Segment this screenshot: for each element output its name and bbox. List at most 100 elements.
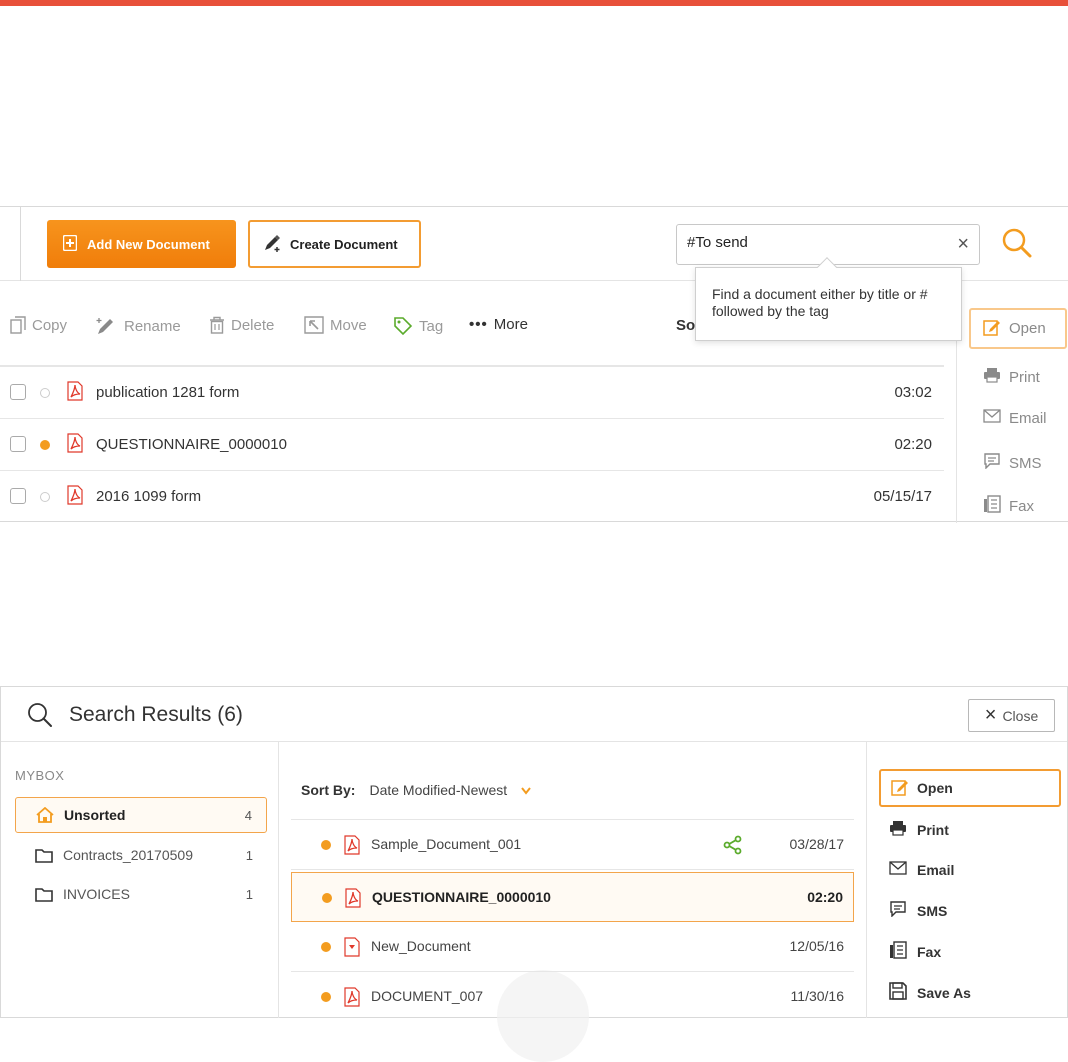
print-button[interactable]: Print	[983, 367, 1040, 387]
create-document-label: Create Document	[290, 236, 398, 252]
floppy-disk-icon	[889, 982, 907, 1003]
result-name: QUESTIONNAIRE_0000010	[372, 889, 551, 905]
save-as-button[interactable]: Save As	[889, 982, 971, 1003]
home-icon	[36, 807, 54, 823]
row-checkbox[interactable]	[10, 436, 26, 452]
status-dot-empty	[40, 388, 50, 398]
folder-name: Contracts_20170509	[63, 847, 193, 863]
sort-by-label-truncated: So	[676, 317, 696, 334]
rename-button[interactable]: Rename	[96, 316, 181, 336]
result-actions-sidebar: Open Print Email SMS Fax Save As	[866, 742, 1067, 1018]
sort-by-label: Sort By:	[301, 782, 356, 798]
folder-icon	[35, 887, 53, 902]
document-date: 05/15/17	[873, 488, 932, 505]
open-button[interactable]: Open	[969, 308, 1067, 349]
move-button[interactable]: Move	[304, 316, 367, 334]
folder-count: 4	[244, 807, 252, 823]
document-date: 02:20	[894, 436, 932, 453]
result-name: Sample_Document_001	[371, 836, 522, 852]
rename-icon	[96, 316, 118, 336]
close-button[interactable]: × Close	[968, 699, 1055, 732]
result-date: 11/30/16	[790, 988, 844, 1004]
fax-icon	[983, 495, 1001, 517]
share-icon[interactable]	[723, 835, 743, 860]
sort-by-control[interactable]: Sort By: Date Modified-Newest	[301, 782, 531, 798]
result-name: DOCUMENT_007	[371, 988, 484, 1004]
add-new-document-label: Add New Document	[87, 236, 210, 252]
document-actions-sidebar: Open Print Email SMS Fax	[956, 281, 1068, 523]
chat-bubble-icon	[983, 453, 1001, 473]
email-button[interactable]: Email	[889, 861, 954, 878]
folder-item-invoices[interactable]: INVOICES 1	[15, 876, 267, 912]
search-results-list: Sort By: Date Modified-Newest Sample_Doc…	[279, 742, 866, 1062]
sms-button[interactable]: SMS	[889, 901, 947, 920]
pdf-icon	[66, 433, 84, 458]
email-button[interactable]: Email	[983, 409, 1047, 427]
tooltip-text: Find a document either by title or # fol…	[712, 286, 928, 319]
result-row[interactable]: New_Document 12/05/16	[291, 922, 854, 972]
open-label: Open	[1009, 320, 1046, 337]
result-row[interactable]: Sample_Document_001 03/28/17	[291, 820, 854, 870]
folder-sidebar: MYBOX Unsorted 4 Contracts_20170509 1 IN…	[1, 742, 279, 1018]
result-row[interactable]: DOCUMENT_007 11/30/16	[291, 972, 854, 1022]
envelope-icon	[983, 409, 1001, 427]
envelope-icon	[889, 861, 907, 878]
document-name: publication 1281 form	[96, 384, 240, 401]
search-results-header: Search Results (6) × Close	[1, 687, 1067, 742]
move-icon	[304, 316, 324, 334]
document-name: QUESTIONNAIRE_0000010	[96, 436, 287, 453]
document-date: 03:02	[894, 384, 932, 401]
document-row[interactable]: 2016 1099 form 05/15/17	[0, 471, 944, 523]
row-checkbox[interactable]	[10, 488, 26, 504]
email-label: Email	[917, 861, 955, 878]
status-dot-empty	[40, 492, 50, 502]
more-button[interactable]: ••• More	[469, 316, 528, 333]
copy-icon	[10, 316, 26, 334]
chat-bubble-icon	[889, 901, 907, 920]
folder-icon	[35, 848, 53, 863]
ellipsis-icon: •••	[469, 316, 488, 333]
delete-label: Delete	[231, 316, 275, 334]
copy-button[interactable]: Copy	[10, 316, 67, 334]
document-manager-panel: Add New Document Create Document × Find …	[0, 206, 1068, 523]
mybox-heading: MYBOX	[15, 768, 65, 783]
create-document-button[interactable]: Create Document	[248, 220, 421, 268]
pdf-icon	[344, 888, 362, 913]
search-input[interactable]	[687, 234, 937, 251]
open-button[interactable]: Open	[879, 769, 1061, 807]
open-icon	[891, 778, 909, 799]
status-dot-orange	[321, 840, 331, 850]
folder-item-contracts[interactable]: Contracts_20170509 1	[15, 837, 267, 873]
fax-label: Fax	[1009, 497, 1035, 515]
printer-icon	[983, 367, 1001, 387]
more-label: More	[493, 316, 528, 333]
trash-icon	[209, 316, 225, 334]
document-icon	[343, 937, 361, 962]
fax-button[interactable]: Fax	[889, 941, 941, 962]
search-icon[interactable]	[1001, 227, 1033, 264]
folder-count: 1	[245, 847, 253, 863]
close-icon: ×	[984, 704, 997, 726]
pen-icon	[262, 233, 282, 256]
status-dot-orange	[40, 440, 50, 450]
add-new-document-button[interactable]: Add New Document	[47, 220, 236, 268]
clear-search-icon[interactable]: ×	[957, 233, 969, 256]
move-label: Move	[330, 316, 367, 334]
tag-label: Tag	[419, 317, 444, 335]
tag-icon	[393, 316, 413, 336]
result-name: New_Document	[371, 938, 471, 954]
fax-button[interactable]: Fax	[983, 495, 1034, 517]
sms-button[interactable]: SMS	[983, 453, 1042, 473]
document-row[interactable]: publication 1281 form 03:02	[0, 367, 944, 419]
document-row[interactable]: QUESTIONNAIRE_0000010 02:20	[0, 419, 944, 471]
result-row-selected[interactable]: QUESTIONNAIRE_0000010 02:20	[291, 872, 854, 922]
sms-label: SMS	[917, 902, 948, 919]
tag-button[interactable]: Tag	[393, 316, 443, 336]
sms-label: SMS	[1009, 454, 1042, 472]
print-button[interactable]: Print	[889, 820, 949, 839]
row-checkbox[interactable]	[10, 384, 26, 400]
pdf-icon	[66, 381, 84, 406]
delete-button[interactable]: Delete	[209, 316, 274, 334]
folder-item-unsorted[interactable]: Unsorted 4	[15, 797, 267, 833]
search-results-title: Search Results (6)	[69, 703, 243, 726]
